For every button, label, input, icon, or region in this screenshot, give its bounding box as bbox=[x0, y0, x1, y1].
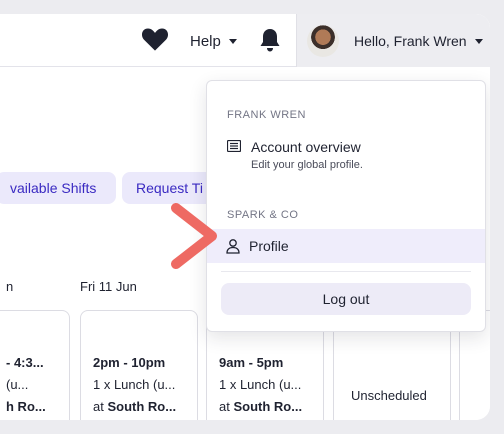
bell-icon[interactable] bbox=[258, 27, 282, 53]
unscheduled-label: Unscheduled bbox=[351, 388, 427, 403]
caret-down-icon bbox=[474, 38, 483, 44]
menu-divider bbox=[221, 271, 471, 272]
account-overview-subtitle: Edit your global profile. bbox=[251, 159, 363, 171]
user-dropdown-menu: FRANK WREN Account overview Edit your gl… bbox=[206, 80, 486, 332]
day-label: n bbox=[6, 279, 14, 294]
profile-item[interactable]: Profile bbox=[207, 229, 485, 263]
shift-card[interactable]: - 4:3... (u... h Ro... bbox=[0, 310, 70, 420]
user-menu-button[interactable]: Hello, Frank Wren bbox=[296, 14, 490, 67]
org-section-heading: SPARK & CO bbox=[227, 209, 299, 221]
shift-time: 9am - 5pm bbox=[219, 355, 284, 370]
user-section-heading: FRANK WREN bbox=[227, 109, 306, 121]
shift-time: 2pm - 10pm bbox=[93, 355, 166, 370]
request-time-label: Request Ti bbox=[136, 180, 203, 196]
available-shifts-label: vailable Shifts bbox=[10, 180, 97, 196]
help-menu[interactable]: Help bbox=[190, 33, 237, 50]
list-icon bbox=[227, 140, 241, 152]
user-greeting: Hello, Frank Wren bbox=[354, 33, 467, 49]
logout-button[interactable]: Log out bbox=[221, 283, 471, 315]
account-overview-label: Account overview bbox=[251, 139, 361, 155]
shift-location: at South Ro... bbox=[219, 399, 303, 414]
logout-label: Log out bbox=[322, 291, 370, 307]
shift-role: 1 x Lunch (u... bbox=[219, 377, 302, 392]
heart-icon[interactable] bbox=[141, 26, 169, 52]
profile-label: Profile bbox=[249, 238, 289, 254]
avatar bbox=[307, 25, 339, 57]
caret-down-icon bbox=[228, 39, 237, 44]
shift-time: - 4:3... bbox=[6, 355, 44, 370]
user-icon bbox=[226, 239, 240, 254]
shift-role: (u... bbox=[6, 377, 29, 392]
app-window: Help Hello, Frank Wren vailable Shifts R… bbox=[0, 14, 490, 420]
shift-location: at South Ro... bbox=[93, 399, 177, 414]
arrow-annotation bbox=[171, 203, 217, 269]
shift-card[interactable]: 2pm - 10pm 1 x Lunch (u... at South Ro..… bbox=[80, 310, 198, 420]
available-shifts-button[interactable]: vailable Shifts bbox=[0, 172, 116, 204]
top-bar: Help Hello, Frank Wren bbox=[0, 14, 490, 67]
help-label: Help bbox=[190, 33, 221, 50]
day-label: Fri 11 Jun bbox=[80, 279, 137, 294]
shift-location: h Ro... bbox=[6, 399, 46, 414]
shift-role: 1 x Lunch (u... bbox=[93, 377, 176, 392]
